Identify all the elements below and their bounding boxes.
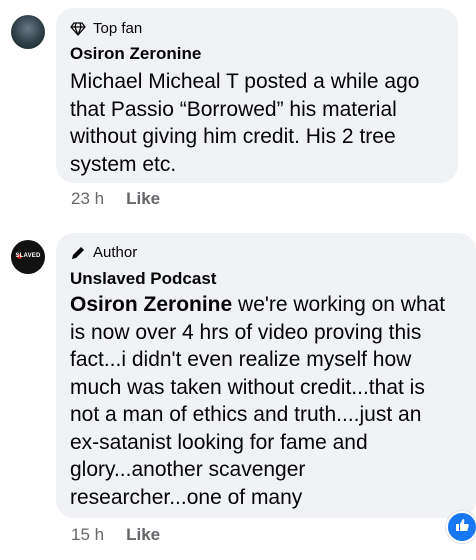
reaction-button[interactable] — [446, 511, 476, 543]
comment-line: researcher...one of many — [70, 485, 303, 509]
thumbs-up-icon — [454, 517, 470, 538]
diamond-icon — [70, 21, 86, 36]
comment-line: system etc. — [70, 152, 177, 176]
timestamp[interactable]: 15 h — [71, 525, 104, 545]
comment-line: is now over 4 hrs of video proving this — [70, 320, 422, 344]
comment-bubble: Author Unslaved Podcast Osiron Zeronine … — [56, 233, 476, 518]
badge-label: Top fan — [93, 20, 143, 37]
comment-line: that Passio “Borrowed” his material — [70, 97, 397, 121]
like-button[interactable]: Like — [126, 189, 160, 209]
mention-link[interactable]: Osiron Zeronine — [70, 293, 232, 316]
timestamp[interactable]: 23 h — [71, 189, 104, 209]
author-badge: Author — [70, 244, 137, 261]
comment-bubble: Top fan Osiron Zeronine Michael Micheal … — [56, 8, 458, 183]
comment-meta: 15 h Like — [71, 525, 160, 545]
comment-line: without giving him credit. His 2 tree — [70, 125, 396, 148]
comment-line: Michael Micheal T posted a while ago — [70, 70, 420, 93]
top-fan-badge: Top fan — [70, 20, 142, 37]
avatar[interactable]: SLAVED — [11, 240, 45, 274]
comment-text: Michael Micheal T posted a while ago tha… — [70, 68, 419, 178]
like-button[interactable]: Like — [126, 525, 160, 545]
comment-line: glory...another scavenger — [70, 458, 306, 481]
comment-meta: 23 h Like — [71, 189, 160, 209]
comment-line: not a man of ethics and truth....just an — [70, 403, 422, 426]
pencil-icon — [70, 245, 86, 261]
comment-author[interactable]: Unslaved Podcast — [70, 269, 216, 289]
comment-line-rest: we're working on what — [232, 293, 446, 316]
comment-line: Osiron Zeronine we're working on what — [70, 291, 445, 319]
comment-text: Osiron Zeronine we're working on what is… — [70, 291, 445, 511]
comment-line: fact...i didn't even realize myself how — [70, 348, 412, 371]
badge-label: Author — [93, 244, 138, 261]
comment-line: much was taken without credit...that is — [70, 375, 425, 399]
comment-author[interactable]: Osiron Zeronine — [70, 44, 201, 64]
avatar-logo-text: SLAVED — [15, 253, 41, 259]
comment-line: ex-satanist looking for fame and — [70, 430, 368, 454]
avatar[interactable] — [11, 15, 45, 49]
